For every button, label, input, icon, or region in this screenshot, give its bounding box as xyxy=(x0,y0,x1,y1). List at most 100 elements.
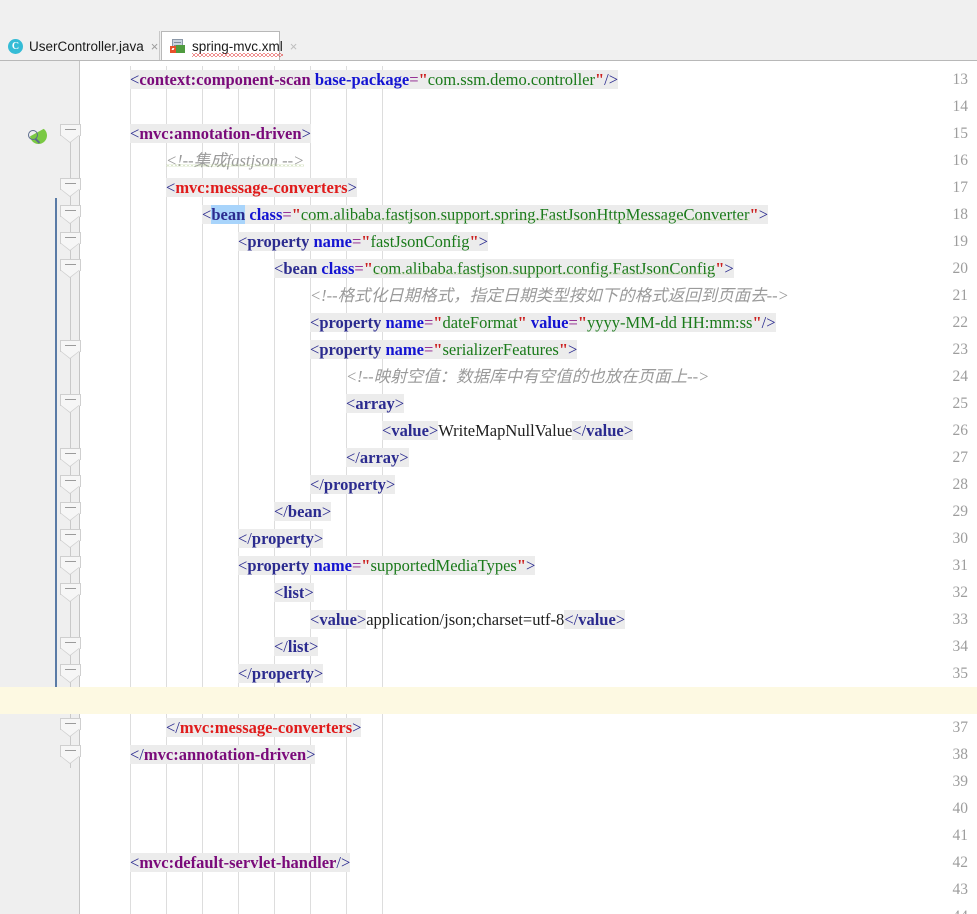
code-token: < xyxy=(130,124,140,143)
code-token: = xyxy=(351,232,362,251)
java-class-icon: C xyxy=(8,38,23,54)
code-token: value xyxy=(319,610,357,629)
vcs-change-bar[interactable] xyxy=(55,198,57,714)
fold-collapse-icon[interactable] xyxy=(60,556,81,575)
code-token: dateFormat xyxy=(442,313,518,332)
code-line[interactable]: </mvc:annotation-driven> xyxy=(130,741,316,768)
code-token: = xyxy=(351,556,362,575)
code-token: < xyxy=(382,421,392,440)
code-token: > xyxy=(352,718,362,737)
code-content[interactable]: <context:component-scan base-package="co… xyxy=(80,61,977,914)
code-token: < xyxy=(274,583,284,602)
code-token: </ xyxy=(130,745,144,764)
code-token: com.ssm.demo.controller xyxy=(427,70,595,89)
code-token: > xyxy=(567,340,578,359)
code-token: " xyxy=(469,232,479,251)
code-line[interactable]: </property> xyxy=(238,660,324,687)
code-line[interactable]: </list> xyxy=(274,633,319,660)
code-token: property xyxy=(319,340,382,359)
code-token: com.alibaba.fastjson.support.config.Fast… xyxy=(372,259,716,278)
code-token: < xyxy=(130,853,140,872)
code-token: application/json;charset=utf-8 xyxy=(366,610,565,629)
fold-collapse-icon[interactable] xyxy=(60,664,81,683)
current-line-highlight-gutter xyxy=(0,687,977,714)
code-line[interactable]: <property name="dateFormat" value="yyyy-… xyxy=(310,309,776,336)
fold-collapse-icon[interactable] xyxy=(60,178,81,197)
window-top-strip xyxy=(0,0,977,32)
line-number-gutter[interactable] xyxy=(0,61,48,914)
code-line[interactable]: <!--映射空值：数据库中有空值的也放在页面上--> xyxy=(346,363,709,390)
code-token: /> xyxy=(761,313,776,332)
code-line[interactable]: <!--集成fastjson --> xyxy=(166,147,304,174)
code-token: > xyxy=(394,394,405,413)
code-line[interactable]: <value>WriteMapNullValue</value> xyxy=(382,417,634,444)
fold-collapse-icon[interactable] xyxy=(60,745,81,764)
code-token: array xyxy=(355,394,395,413)
code-token: " xyxy=(577,313,587,332)
fold-collapse-icon[interactable] xyxy=(60,340,81,359)
code-token: class xyxy=(321,259,355,278)
code-token: < xyxy=(238,232,248,251)
code-token: property xyxy=(251,529,314,548)
fold-collapse-icon[interactable] xyxy=(60,232,81,251)
code-token: > xyxy=(615,610,626,629)
code-line[interactable]: <value>application/json;charset=utf-8</v… xyxy=(310,606,626,633)
fold-collapse-icon[interactable] xyxy=(60,718,81,737)
fold-collapse-icon[interactable] xyxy=(60,475,81,494)
fold-collapse-icon[interactable] xyxy=(60,637,81,656)
code-line[interactable]: </array> xyxy=(346,444,409,471)
code-line[interactable]: </bean> xyxy=(274,498,332,525)
code-line[interactable]: <mvc:default-servlet-handler/> xyxy=(130,849,351,876)
fold-collapse-icon[interactable] xyxy=(60,529,81,548)
code-token: mvc:annotation-driven xyxy=(143,745,307,764)
code-token: < xyxy=(238,556,248,575)
code-token: = xyxy=(282,205,292,224)
code-token: name xyxy=(313,232,352,251)
code-line[interactable]: <property name="supportedMediaTypes"> xyxy=(238,552,536,579)
code-token: mvc:message-converters xyxy=(179,718,353,737)
search-marker-icon[interactable] xyxy=(28,127,47,146)
code-token: > xyxy=(399,448,409,467)
code-line[interactable]: <bean class="com.alibaba.fastjson.suppor… xyxy=(274,255,734,282)
code-line[interactable]: <list> xyxy=(274,579,314,606)
fold-collapse-icon[interactable] xyxy=(60,259,81,278)
close-icon[interactable]: × xyxy=(151,40,159,53)
code-token: " xyxy=(715,259,725,278)
code-line[interactable]: </property> xyxy=(310,471,396,498)
code-line[interactable]: <array> xyxy=(346,390,405,417)
close-icon[interactable]: × xyxy=(290,40,298,53)
code-editor[interactable]: 13 14 15 16 17 18 19 20 21 22 23 24 25 26 27 28 29 30 31 32… xyxy=(0,61,977,914)
code-line[interactable]: <mvc:message-converters> xyxy=(166,174,357,201)
fold-collapse-icon[interactable] xyxy=(60,124,81,143)
code-token: > xyxy=(428,421,439,440)
code-token: property xyxy=(323,475,386,494)
code-token: " xyxy=(363,259,373,278)
tab-spring-mvc-xml[interactable]: spring-mvc.xml × xyxy=(161,31,297,61)
code-token: array xyxy=(359,448,400,467)
fold-collapse-icon[interactable] xyxy=(60,583,81,602)
code-token: " xyxy=(516,556,527,575)
code-line[interactable]: <property name="fastJsonConfig"> xyxy=(238,228,488,255)
code-line[interactable]: <bean class="com.alibaba.fastjson.suppor… xyxy=(202,201,768,228)
tab-user-controller-java[interactable]: C UserController.java × xyxy=(0,31,160,61)
code-token: > xyxy=(356,610,367,629)
error-squiggle xyxy=(192,52,283,57)
code-token: name xyxy=(385,340,424,359)
code-line[interactable]: </property> xyxy=(238,525,324,552)
code-token: > xyxy=(347,178,357,197)
code-token: > xyxy=(308,637,319,656)
code-token: bean xyxy=(211,205,246,224)
code-line[interactable]: <!--格式化日期格式，指定日期类型按如下的格式返回到页面去--> xyxy=(310,282,789,309)
code-line[interactable]: <property name="serializerFeatures"> xyxy=(310,336,578,363)
code-token: name xyxy=(313,556,352,575)
fold-collapse-icon[interactable] xyxy=(60,205,81,224)
fold-collapse-icon[interactable] xyxy=(60,502,81,521)
code-token: com.alibaba.fastjson.support.spring.Fast… xyxy=(300,205,750,224)
fold-collapse-icon[interactable] xyxy=(60,448,81,467)
code-token: </ xyxy=(274,502,288,521)
code-line[interactable]: <mvc:annotation-driven> xyxy=(130,120,311,147)
code-line[interactable]: <context:component-scan base-package="co… xyxy=(130,66,619,93)
code-token: < xyxy=(310,340,320,359)
code-line[interactable]: </mvc:message-converters> xyxy=(166,714,362,741)
fold-collapse-icon[interactable] xyxy=(60,394,81,413)
